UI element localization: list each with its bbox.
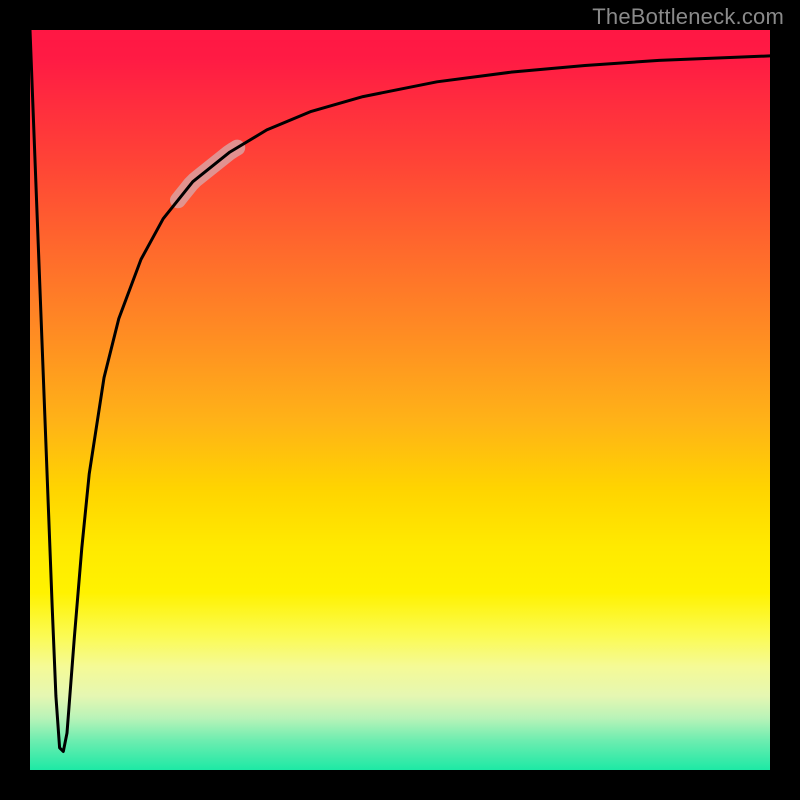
plot-area	[30, 30, 770, 770]
bottleneck-curve	[30, 30, 770, 752]
chart-svg	[30, 30, 770, 770]
watermark-text: TheBottleneck.com	[592, 4, 784, 30]
chart-container: TheBottleneck.com	[0, 0, 800, 800]
highlight-segment	[178, 148, 237, 201]
